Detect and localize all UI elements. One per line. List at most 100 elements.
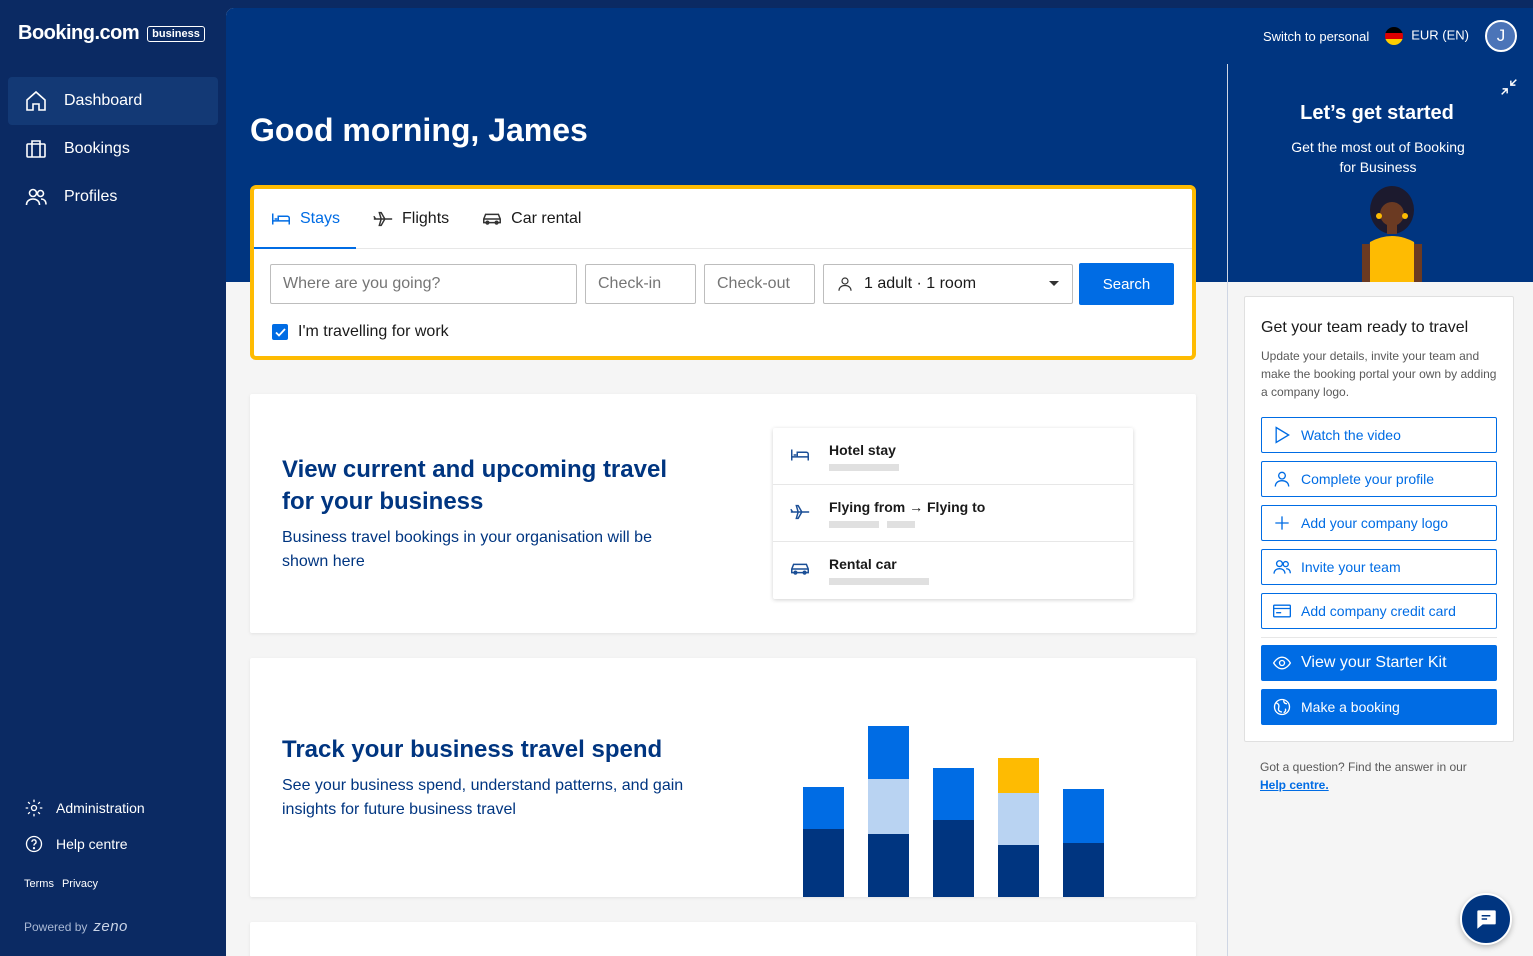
watch-video-button[interactable]: Watch the video bbox=[1261, 417, 1497, 453]
search-tabs: Stays Flights Car rental bbox=[254, 189, 1192, 249]
onboarding-hero: Let’s get started Get the most out of Bo… bbox=[1228, 64, 1533, 282]
top-bar: Switch to personal EUR (EN) J bbox=[1263, 20, 1517, 52]
chat-button[interactable] bbox=[1460, 893, 1512, 945]
credit-card-icon bbox=[1273, 604, 1291, 618]
spend-illustration-chart bbox=[803, 726, 1104, 897]
sidebar-item-bookings[interactable]: Bookings bbox=[8, 125, 218, 173]
play-icon bbox=[1275, 426, 1290, 444]
chart-bar-segment bbox=[998, 793, 1039, 845]
divider bbox=[1261, 637, 1497, 638]
checkout-input[interactable] bbox=[704, 264, 815, 304]
list-item: Rental car bbox=[773, 542, 1133, 599]
onboarding-card-description: Update your details, invite your team an… bbox=[1261, 349, 1497, 399]
plane-icon bbox=[790, 504, 810, 520]
sidebar-item-label: Profiles bbox=[64, 188, 118, 205]
plus-icon bbox=[1275, 516, 1289, 530]
onboarding-card: Get your team ready to travel Update you… bbox=[1244, 296, 1514, 742]
sidebar-item-label: Administration bbox=[56, 800, 145, 816]
complete-profile-button[interactable]: Complete your profile bbox=[1261, 461, 1497, 497]
sidebar-item-label: Bookings bbox=[64, 140, 130, 157]
upcoming-travel-description: Business travel bookings in your organis… bbox=[282, 529, 652, 570]
checkin-input[interactable] bbox=[585, 264, 696, 304]
help-centre-link[interactable]: Help centre. bbox=[1260, 776, 1510, 794]
collapse-icon[interactable] bbox=[1498, 76, 1520, 98]
chart-bar-segment bbox=[933, 768, 974, 820]
travel-spend-description: See your business spend, understand patt… bbox=[282, 777, 684, 818]
sidebar-nav: Dashboard Bookings Profiles bbox=[8, 77, 218, 221]
button-label: Add company credit card bbox=[1301, 603, 1456, 619]
sidebar-item-help-centre[interactable]: Help centre bbox=[24, 826, 214, 862]
chart-bar-segment bbox=[868, 779, 909, 834]
destination-input[interactable] bbox=[270, 264, 577, 304]
briefcase-icon bbox=[26, 140, 46, 158]
home-icon bbox=[26, 90, 46, 111]
view-starter-kit-button[interactable]: View your Starter Kit bbox=[1261, 645, 1497, 681]
traveller-illustration bbox=[1362, 186, 1422, 282]
terms-link[interactable]: Terms bbox=[24, 878, 54, 890]
main-content: Switch to personal EUR (EN) J Good morni… bbox=[226, 8, 1533, 956]
onboarding-card-title: Get your team ready to travel bbox=[1261, 319, 1469, 336]
sidebar-item-label: Help centre bbox=[56, 836, 128, 852]
upcoming-travel-title: View current and upcoming travel for you… bbox=[282, 456, 667, 515]
upcoming-travel-card: View current and upcoming travel for you… bbox=[250, 394, 1196, 633]
chart-bar-segment bbox=[998, 845, 1039, 897]
privacy-link[interactable]: Privacy bbox=[62, 878, 98, 890]
zeno-logo: zeno bbox=[93, 918, 128, 935]
powered-by: Powered by zeno bbox=[24, 918, 128, 935]
german-flag-icon bbox=[1385, 27, 1404, 45]
add-company-logo-button[interactable]: Add your company logo bbox=[1261, 505, 1497, 541]
search-widget: Stays Flights Car rental 1 adult · 1 roo… bbox=[250, 185, 1196, 360]
chart-bar-segment bbox=[868, 834, 909, 897]
bed-icon bbox=[272, 213, 290, 224]
sidebar: Booking.com business Dashboard Bookings … bbox=[0, 0, 226, 956]
switch-to-personal-link[interactable]: Switch to personal bbox=[1263, 29, 1369, 44]
add-credit-card-button[interactable]: Add company credit card bbox=[1261, 593, 1497, 629]
trip-label: Rental car bbox=[829, 556, 897, 572]
additional-card bbox=[250, 922, 1196, 956]
avatar[interactable]: J bbox=[1485, 20, 1517, 52]
search-button[interactable]: Search bbox=[1079, 263, 1174, 305]
placeholder-bar bbox=[887, 521, 915, 528]
button-label: Add your company logo bbox=[1301, 515, 1449, 531]
chart-bar-segment bbox=[803, 787, 844, 829]
onboarding-panel: Let’s get started Get the most out of Bo… bbox=[1227, 64, 1533, 956]
sidebar-item-profiles[interactable]: Profiles bbox=[8, 173, 218, 221]
list-item: Hotel stay bbox=[773, 428, 1133, 485]
gear-icon bbox=[25, 799, 43, 817]
work-travel-checkbox[interactable]: I'm travelling for work bbox=[272, 323, 449, 341]
checkbox-checked-icon bbox=[272, 324, 288, 340]
tab-label: Stays bbox=[300, 209, 341, 227]
guests-value: 1 adult · 1 room bbox=[864, 275, 977, 292]
onboarding-subtitle: Get the most out of Booking for Business bbox=[1291, 139, 1465, 175]
chart-bar-segment bbox=[803, 829, 844, 897]
legal-links: Terms Privacy bbox=[24, 878, 98, 890]
invite-team-button[interactable]: Invite your team bbox=[1261, 549, 1497, 585]
travel-spend-title: Track your business travel spend bbox=[282, 736, 663, 763]
brand-badge: business bbox=[147, 25, 205, 42]
list-item: Flying from → Flying to bbox=[773, 485, 1133, 542]
button-label: Watch the video bbox=[1301, 427, 1401, 443]
trip-label: Flying from → Flying to bbox=[829, 499, 986, 515]
currency-selector[interactable]: EUR (EN) bbox=[1385, 27, 1469, 45]
brand-name: Booking.com bbox=[18, 22, 140, 44]
button-label: Invite your team bbox=[1301, 559, 1401, 575]
sidebar-bottom-links: Administration Help centre bbox=[24, 790, 214, 862]
tab-flights[interactable]: Flights bbox=[356, 189, 465, 248]
tab-stays[interactable]: Stays bbox=[254, 189, 357, 249]
chevron-down-icon bbox=[1049, 281, 1059, 286]
sidebar-item-dashboard[interactable]: Dashboard bbox=[8, 77, 218, 125]
make-booking-button[interactable]: Make a booking bbox=[1261, 689, 1497, 725]
sidebar-item-administration[interactable]: Administration bbox=[24, 790, 214, 826]
onboarding-title: Let’s get started bbox=[1300, 102, 1454, 124]
sidebar-item-label: Dashboard bbox=[64, 92, 143, 109]
people-icon bbox=[25, 188, 47, 206]
chart-bar-segment bbox=[1063, 789, 1104, 843]
guests-selector[interactable]: 1 adult · 1 room bbox=[823, 264, 1073, 304]
tab-label: Flights bbox=[402, 209, 450, 227]
tab-car-rental[interactable]: Car rental bbox=[465, 189, 597, 248]
page-title: Good morning, James bbox=[250, 112, 588, 148]
placeholder-bar bbox=[829, 578, 929, 585]
eye-icon bbox=[1272, 656, 1292, 670]
chart-bar-segment bbox=[1063, 843, 1104, 897]
brand-logo[interactable]: Booking.com business bbox=[18, 22, 205, 45]
